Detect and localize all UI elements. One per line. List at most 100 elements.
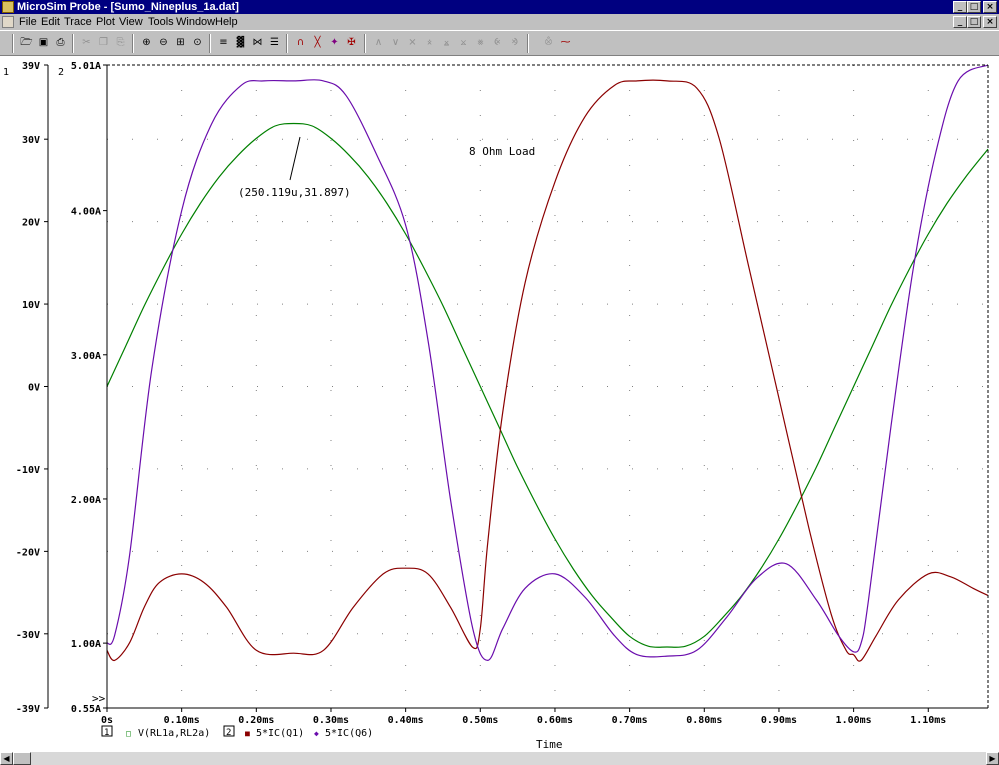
cursor-prev-icon[interactable]: ⨱ (438, 34, 455, 52)
minimize-button[interactable]: _ (953, 1, 967, 13)
annotation-text: 8 Ohm Load (469, 145, 535, 158)
legend-axis-box-1-label: 1 (104, 728, 109, 738)
document-icon[interactable] (2, 16, 14, 28)
x-tick-label: 0.60ms (537, 715, 573, 726)
window-title: MicroSim Probe - [Sumo_Nineplus_1a.dat] (17, 1, 239, 13)
zoom-out-icon[interactable]: ⊖ (155, 34, 172, 52)
x-tick-label: 0.70ms (612, 715, 648, 726)
copy-icon[interactable]: ❐ (95, 34, 112, 52)
zoom-in-icon[interactable]: ⊕ (138, 34, 155, 52)
y2-tick-label: 2.00A (71, 495, 101, 506)
cursor-label-icon[interactable]: ⨲ (455, 34, 472, 52)
paste-icon[interactable]: ⎘ (112, 34, 129, 52)
toolbar-separator (286, 34, 288, 53)
eye-diagram-icon[interactable]: ⋈ (249, 34, 266, 52)
y2-tick-label: 1.00A (71, 639, 101, 650)
cursor-peak-icon[interactable]: ∩ (292, 34, 309, 52)
y1-tick-label: -10V (16, 465, 40, 476)
mark-label-icon[interactable]: ⨳ (472, 34, 489, 52)
menu-window[interactable]: Window (176, 15, 215, 29)
x-tick-label: 1.10ms (910, 715, 946, 726)
x-tick-label: 0.80ms (686, 715, 722, 726)
x-tick-label: 0s (101, 715, 113, 726)
y2-axis-id: 2 (58, 67, 64, 78)
maximize-button[interactable]: □ (967, 1, 981, 13)
x-tick-label: 0.20ms (238, 715, 274, 726)
scroll-thumb[interactable] (13, 752, 31, 765)
legend-name-voltage[interactable]: V(RL1a,RL2a) (138, 728, 210, 739)
series-layer (106, 64, 989, 662)
cursor-max-icon[interactable]: ∧ (370, 34, 387, 52)
y1-tick-label: -39V (16, 704, 40, 715)
doc-minimize-button[interactable]: _ (953, 16, 967, 28)
axes-layer: 0s 0.10ms 0.20ms 0.30ms 0.40ms 0.50ms 0.60ms 0.… (16, 61, 989, 726)
doc-restore-button[interactable]: □ (967, 16, 981, 28)
cursor-next-icon[interactable]: ⨰ (421, 34, 438, 52)
y1-tick-label: 39V (22, 61, 40, 72)
open-icon[interactable]: 🗁 (18, 34, 35, 52)
grid-layer (106, 64, 988, 709)
save-icon[interactable]: ▣ (35, 34, 52, 52)
scroll-right-icon[interactable]: ▶ (986, 752, 999, 765)
horizontal-scrollbar[interactable]: ◀ ▶ (0, 752, 999, 765)
legend-axis-box-2-label: 2 (226, 728, 231, 738)
cursor-label: (250.119u,31.897) (238, 186, 351, 199)
cursor-point-icon[interactable]: ∨ (387, 34, 404, 52)
x-tick-label: 0.10ms (164, 715, 200, 726)
app-icon (2, 1, 14, 13)
zoom-area-icon[interactable]: ⊞ (172, 34, 189, 52)
toolbar-separator (12, 34, 14, 53)
menu-tools[interactable]: Tools (148, 15, 174, 29)
y1-tick-label: 10V (22, 300, 40, 311)
y1-tick-label: -20V (16, 547, 40, 558)
menu-view[interactable]: View (119, 15, 143, 29)
toolbar-separator (527, 34, 529, 53)
legend-name-ic-q6[interactable]: 5*IC(Q6) (325, 728, 373, 739)
menu-plot[interactable]: Plot (96, 15, 115, 29)
fourier-icon[interactable]: ▓ (232, 34, 249, 52)
toolbar-separator (364, 34, 366, 53)
cursor-slope-icon[interactable]: ✦ (326, 34, 343, 52)
y2-tick-label: 0.55A (71, 704, 101, 715)
x-tick-label: 1.00ms (836, 715, 872, 726)
y2-tick-label: 3.00A (71, 351, 101, 362)
legend-name-ic-q1[interactable]: 5*IC(Q1) (256, 728, 304, 739)
y1-tick-label: 20V (22, 218, 40, 229)
y1-tick-label: -30V (16, 630, 40, 641)
legend-marker-ic-q1: ■ (245, 729, 250, 738)
menu-file[interactable]: File (19, 15, 37, 29)
cursor-min-icon[interactable]: ✠ (343, 34, 360, 52)
toolbar-separator (132, 34, 134, 53)
y2-tick-label: 4.00A (71, 207, 101, 218)
menu-help[interactable]: Help (215, 15, 238, 29)
toggle-cursor-icon[interactable]: ⨶ (540, 34, 557, 52)
y2-tick-label: 5.01A (71, 61, 101, 72)
x-tick-label: 0.90ms (761, 715, 797, 726)
menu-trace[interactable]: Trace (64, 15, 92, 29)
x-tick-label: 0.30ms (313, 715, 349, 726)
close-button[interactable]: × (983, 1, 997, 13)
menu-edit[interactable]: Edit (41, 15, 60, 29)
probe-chart[interactable]: 0s 0.10ms 0.20ms 0.30ms 0.40ms 0.50ms 0.60ms 0.… (0, 56, 999, 752)
toolbar-separator (209, 34, 211, 53)
cursor-mode-icon[interactable]: ⁓ (557, 34, 574, 52)
x-tick-label: 0.40ms (388, 715, 424, 726)
text-label-icon[interactable]: ☰ (266, 34, 283, 52)
y1-tick-label: 0V (28, 383, 40, 394)
display-cursor-icon[interactable]: ⨵ (506, 34, 523, 52)
add-trace-icon[interactable]: ≡ (215, 34, 232, 52)
zoom-fit-icon[interactable]: ⊙ (189, 34, 206, 52)
mark-data-icon[interactable]: ⨴ (489, 34, 506, 52)
cut-icon[interactable]: ✂ (78, 34, 95, 52)
menu-bar: File Edit Trace Plot View Tools Window H… (0, 14, 999, 30)
x-tick-label: 0.50ms (462, 715, 498, 726)
scroll-left-icon[interactable]: ◀ (0, 752, 13, 765)
axis-marker[interactable]: >> (92, 692, 106, 705)
y1-tick-label: 30V (22, 135, 40, 146)
cursor-trough-icon[interactable]: ╳ (309, 34, 326, 52)
legend-marker-voltage: □ (126, 729, 131, 738)
print-icon[interactable]: ⎙ (52, 34, 69, 52)
legend-marker-ic-q6: ◆ (314, 729, 319, 738)
doc-close-button[interactable]: × (983, 16, 997, 28)
cursor-search-icon[interactable]: ⨯ (404, 34, 421, 52)
